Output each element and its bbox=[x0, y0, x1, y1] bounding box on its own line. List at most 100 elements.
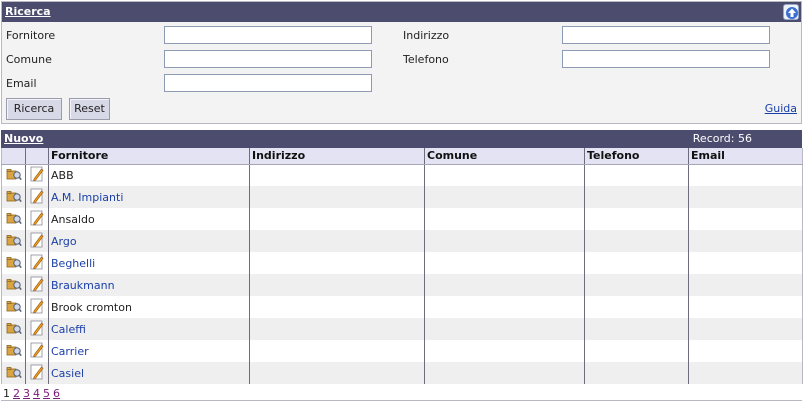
cell-email bbox=[688, 186, 803, 208]
table-row: Beghelli bbox=[1, 252, 803, 274]
view-cell[interactable] bbox=[1, 164, 26, 186]
view-cell[interactable] bbox=[1, 296, 26, 318]
cell-fornitore[interactable]: Casiel bbox=[48, 362, 250, 384]
supplier-name[interactable]: Casiel bbox=[51, 367, 84, 380]
search-panel-title[interactable]: Ricerca bbox=[5, 5, 51, 18]
cell-comune bbox=[424, 274, 585, 296]
edit-pencil-icon[interactable] bbox=[30, 210, 44, 229]
cell-email bbox=[688, 164, 803, 186]
column-header-fornitore[interactable]: Fornitore bbox=[48, 148, 250, 165]
view-details-icon[interactable] bbox=[6, 300, 22, 316]
cell-indirizzo bbox=[249, 296, 425, 318]
search-button[interactable]: Ricerca bbox=[6, 98, 62, 120]
edit-pencil-icon[interactable] bbox=[30, 320, 44, 339]
edit-cell[interactable] bbox=[25, 274, 49, 296]
edit-cell[interactable] bbox=[25, 164, 49, 186]
comune-label: Comune bbox=[6, 53, 52, 66]
cell-comune bbox=[424, 230, 585, 252]
supplier-name[interactable]: Caleffi bbox=[51, 323, 86, 336]
comune-input[interactable] bbox=[164, 50, 372, 68]
edit-pencil-icon[interactable] bbox=[30, 188, 44, 207]
view-details-icon[interactable] bbox=[6, 344, 22, 360]
view-cell[interactable] bbox=[1, 252, 26, 274]
edit-cell[interactable] bbox=[25, 230, 49, 252]
edit-cell[interactable] bbox=[25, 362, 49, 384]
edit-pencil-icon[interactable] bbox=[30, 298, 44, 317]
supplier-name: Brook cromton bbox=[51, 300, 132, 314]
arrow-up-icon bbox=[786, 7, 798, 19]
telefono-input[interactable] bbox=[562, 50, 770, 68]
column-header-indirizzo[interactable]: Indirizzo bbox=[249, 148, 425, 165]
edit-cell[interactable] bbox=[25, 318, 49, 340]
cell-fornitore[interactable]: Carrier bbox=[48, 340, 250, 362]
cell-indirizzo bbox=[249, 252, 425, 274]
page-link-6[interactable]: 6 bbox=[53, 387, 60, 400]
edit-pencil-icon[interactable] bbox=[30, 166, 44, 185]
view-details-icon[interactable] bbox=[6, 278, 22, 294]
page-link-3[interactable]: 3 bbox=[23, 387, 30, 400]
view-cell[interactable] bbox=[1, 186, 26, 208]
fornitore-input[interactable] bbox=[164, 26, 372, 44]
reset-button[interactable]: Reset bbox=[69, 98, 110, 120]
cell-email bbox=[688, 252, 803, 274]
cell-comune bbox=[424, 252, 585, 274]
edit-pencil-icon[interactable] bbox=[30, 364, 44, 383]
view-details-icon[interactable] bbox=[6, 256, 22, 272]
view-cell[interactable] bbox=[1, 362, 26, 384]
cell-comune bbox=[424, 362, 585, 384]
table-row: ABB bbox=[1, 164, 803, 186]
column-header-email[interactable]: Email bbox=[688, 148, 803, 165]
cell-fornitore[interactable]: A.M. Impianti bbox=[48, 186, 250, 208]
collapse-panel-button[interactable] bbox=[783, 4, 799, 20]
cell-email bbox=[688, 362, 803, 384]
page-current: 1 bbox=[3, 387, 10, 400]
edit-cell[interactable] bbox=[25, 296, 49, 318]
cell-telefono bbox=[584, 296, 689, 318]
supplier-name[interactable]: Carrier bbox=[51, 345, 89, 358]
page-link-2[interactable]: 2 bbox=[13, 387, 20, 400]
edit-cell[interactable] bbox=[25, 186, 49, 208]
page-link-4[interactable]: 4 bbox=[33, 387, 40, 400]
edit-cell[interactable] bbox=[25, 208, 49, 230]
view-cell[interactable] bbox=[1, 230, 26, 252]
edit-pencil-icon[interactable] bbox=[30, 232, 44, 251]
cell-fornitore[interactable]: Braukmann bbox=[48, 274, 250, 296]
cell-fornitore[interactable]: Beghelli bbox=[48, 252, 250, 274]
view-cell[interactable] bbox=[1, 274, 26, 296]
table-row: A.M. Impianti bbox=[1, 186, 803, 208]
view-cell[interactable] bbox=[1, 340, 26, 362]
cell-comune bbox=[424, 164, 585, 186]
cell-telefono bbox=[584, 274, 689, 296]
view-cell[interactable] bbox=[1, 208, 26, 230]
table-row: Caleffi bbox=[1, 318, 803, 340]
edit-pencil-icon[interactable] bbox=[30, 276, 44, 295]
supplier-name[interactable]: Beghelli bbox=[51, 257, 95, 270]
view-cell[interactable] bbox=[1, 318, 26, 340]
cell-telefono bbox=[584, 230, 689, 252]
email-input[interactable] bbox=[164, 74, 372, 92]
supplier-name[interactable]: Braukmann bbox=[51, 279, 115, 292]
results-header: Nuovo Record: 56 bbox=[1, 130, 802, 148]
new-record-link[interactable]: Nuovo bbox=[4, 132, 43, 145]
supplier-name[interactable]: Argo bbox=[51, 235, 77, 248]
page-link-5[interactable]: 5 bbox=[43, 387, 50, 400]
help-link[interactable]: Guida bbox=[765, 102, 797, 115]
view-details-icon[interactable] bbox=[6, 366, 22, 382]
edit-pencil-icon[interactable] bbox=[30, 342, 44, 361]
view-details-icon[interactable] bbox=[6, 168, 22, 184]
column-header-telefono[interactable]: Telefono bbox=[584, 148, 689, 165]
edit-pencil-icon[interactable] bbox=[30, 254, 44, 273]
edit-cell[interactable] bbox=[25, 252, 49, 274]
table-row: Argo bbox=[1, 230, 803, 252]
indirizzo-input[interactable] bbox=[562, 26, 770, 44]
cell-fornitore[interactable]: Argo bbox=[48, 230, 250, 252]
cell-fornitore[interactable]: Caleffi bbox=[48, 318, 250, 340]
column-header-comune[interactable]: Comune bbox=[424, 148, 585, 165]
table-row: Braukmann bbox=[1, 274, 803, 296]
view-details-icon[interactable] bbox=[6, 234, 22, 250]
supplier-name[interactable]: A.M. Impianti bbox=[51, 191, 123, 204]
edit-cell[interactable] bbox=[25, 340, 49, 362]
view-details-icon[interactable] bbox=[6, 190, 22, 206]
view-details-icon[interactable] bbox=[6, 212, 22, 228]
view-details-icon[interactable] bbox=[6, 322, 22, 338]
